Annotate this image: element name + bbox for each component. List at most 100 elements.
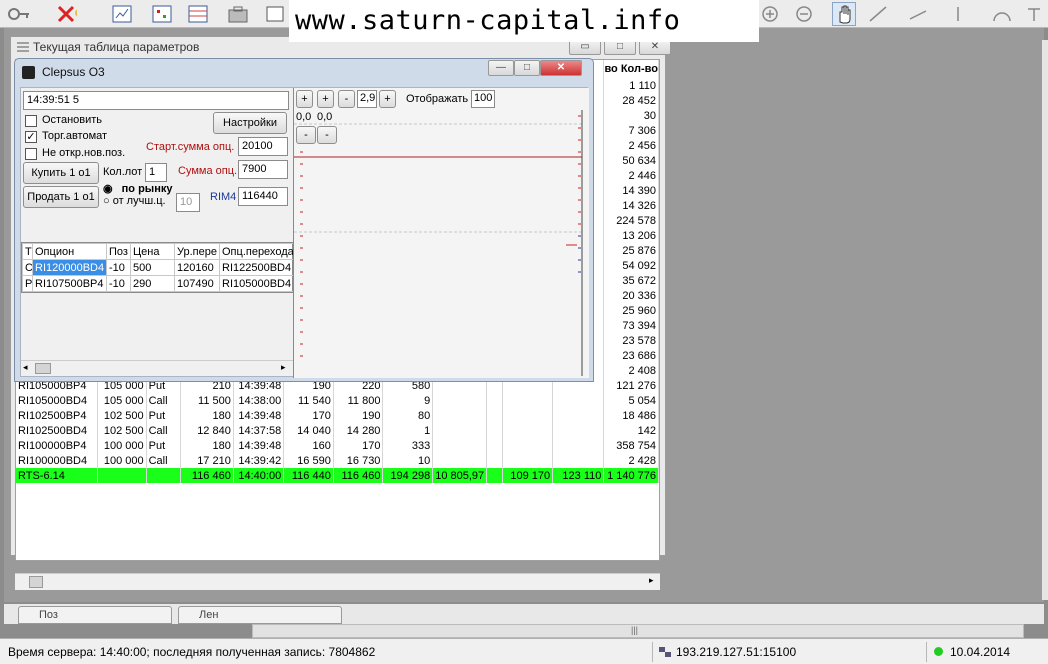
table-row[interactable]: RI105000BD4 105 000 Call 11 500 14:38:00 11 5… — [16, 393, 659, 408]
stop-checkbox[interactable] — [25, 115, 37, 127]
zoom-out-icon[interactable] — [792, 2, 816, 26]
payoff-chart[interactable]: + + - 2,9 + Отображать 100 0,0 0,0 - - — [293, 88, 589, 378]
minimize-button[interactable]: — — [488, 60, 514, 76]
table-cell: RI105000BD4 — [219, 275, 295, 292]
hline-tool-icon[interactable] — [906, 2, 930, 26]
col-header[interactable]: Поз — [106, 243, 131, 260]
col-header[interactable]: Цена — [130, 243, 175, 260]
scroll-right-icon[interactable]: ▸ — [281, 362, 286, 373]
line-tool-icon[interactable] — [866, 2, 890, 26]
close-button[interactable]: ✕ — [540, 60, 582, 76]
table-row[interactable]: RI100000BD4 100 000 Call 17 210 14:39:42 16 5… — [16, 453, 659, 468]
table-cell: 100 000 — [97, 438, 147, 453]
table-cell: 190 — [333, 408, 384, 423]
key-icon[interactable] — [6, 2, 30, 26]
table-row[interactable]: RI102500BP4 102 500 Put 180 14:39:48 170 190 80… — [16, 408, 659, 423]
table-cell: 11 540 — [283, 393, 334, 408]
best-radio[interactable]: ○ от лучш.ц. — [103, 195, 166, 207]
start-sum-label: Старт.сумма опц. — [146, 141, 235, 153]
time-field[interactable]: 14:39:51 5 — [23, 91, 289, 110]
table-cell: 14 280 — [333, 423, 384, 438]
no-new-checkbox[interactable] — [25, 148, 37, 160]
arc-tool-icon[interactable] — [990, 2, 1014, 26]
scroll-thumb[interactable] — [35, 363, 51, 374]
start-sum-field[interactable]: 20100 — [238, 137, 288, 156]
table-cell[interactable]: RI120000BD4 — [32, 259, 107, 276]
tab-feed[interactable]: Лен — [178, 606, 342, 624]
table-cell: 28 452 — [603, 93, 659, 108]
clepsus-window: Clepsus O3 — □ ✕ 14:39:51 5 Остановить ✓… — [14, 58, 594, 382]
table-cell — [432, 453, 488, 468]
table-row[interactable]: С RI120000BD4 -10 500 120160 RI122500BD4 — [22, 259, 295, 276]
table-cell: 14:38:00 — [233, 393, 285, 408]
orders-icon[interactable] — [264, 2, 288, 26]
table-row[interactable]: RI102500BD4 102 500 Call 12 840 14:37:58 14 0… — [16, 423, 659, 438]
table-cell: 10 805,97 — [432, 468, 488, 483]
col-header[interactable]: Ур.пере — [174, 243, 220, 260]
col-header[interactable]: Т — [22, 243, 33, 260]
table-cell: 14:39:48 — [233, 408, 285, 423]
table-cell: 14:39:48 — [233, 438, 285, 453]
stop-label: Остановить — [42, 114, 103, 126]
table-row[interactable]: RI100000BP4 100 000 Put 180 14:39:48 160 170 33… — [16, 438, 659, 453]
chart-icon[interactable] — [110, 2, 134, 26]
text-tool-icon[interactable] — [1022, 2, 1046, 26]
options-table: Т Опцион Поз Цена Ур.пере Опц.перехода С… — [22, 243, 295, 292]
col-header[interactable]: Опцион — [32, 243, 107, 260]
table-cell: 25 876 — [603, 243, 659, 258]
table-cell: RI102500BP4 — [16, 408, 98, 423]
table-cell: 35 672 — [603, 273, 659, 288]
table-cell: 16 590 — [283, 453, 334, 468]
market-radio[interactable]: ◉ по рынку — [103, 182, 172, 195]
watermark: www.saturn-capital.info — [289, 0, 759, 42]
auto-checkbox[interactable]: ✓ — [25, 131, 37, 143]
param-hscroll[interactable]: ▸ — [15, 573, 660, 590]
settings-button[interactable]: Настройки — [213, 112, 287, 134]
table-icon[interactable] — [186, 2, 210, 26]
table-cell: 12 840 — [180, 423, 234, 438]
table-cell[interactable]: RI107500BP4 — [32, 275, 107, 292]
scroll-grip[interactable]: ||| — [631, 625, 638, 635]
tab-label: Лен — [199, 609, 219, 621]
table-cell: Р — [22, 275, 33, 292]
best-label: от лучш.ц. — [112, 195, 166, 207]
table-cell — [552, 453, 605, 468]
disconnect-icon[interactable] — [54, 2, 78, 26]
portfolio-icon[interactable] — [226, 2, 250, 26]
fut-field[interactable]: 116440 — [238, 187, 288, 206]
table-cell: 142 — [603, 423, 659, 438]
table-cell: С — [22, 259, 33, 276]
futures-row[interactable]: RTS-6.14 116 460 14:40:00 116 440 116 460 194… — [16, 468, 659, 483]
table-cell: RI100000BD4 — [16, 453, 98, 468]
zoom-in-icon[interactable] — [758, 2, 782, 26]
table-cell: 13 206 — [603, 228, 659, 243]
table-row[interactable]: Р RI107500BP4 -10 290 107490 RI105000BD4 — [22, 275, 295, 292]
buy-button[interactable]: Купить 1 о1 — [23, 162, 99, 184]
maximize-button[interactable]: □ — [514, 60, 540, 76]
col-header[interactable]: Опц.перехода — [219, 243, 295, 260]
table-cell: 2 408 — [603, 363, 659, 378]
scroll-left-icon[interactable]: ◂ — [23, 362, 28, 373]
sell-button[interactable]: Продать 1 о1 — [23, 186, 99, 208]
lot-field[interactable]: 1 — [145, 163, 167, 182]
right-scrollbar[interactable] — [1042, 40, 1048, 600]
tab-positions[interactable]: Поз — [18, 606, 172, 624]
table-cell — [486, 393, 503, 408]
scroll-right-icon[interactable]: ▸ — [649, 575, 654, 586]
table-cell: 358 754 — [603, 438, 659, 453]
main-hscroll[interactable]: ||| — [252, 624, 1024, 638]
opt-sum-field[interactable]: 7900 — [238, 160, 288, 179]
best-field[interactable]: 10 — [176, 193, 200, 212]
options-hscroll[interactable]: ◂ ▸ — [21, 360, 293, 376]
table-cell: 120160 — [174, 259, 220, 276]
scroll-thumb[interactable] — [29, 576, 43, 588]
table-cell — [502, 393, 554, 408]
table-cell — [432, 423, 488, 438]
vline-tool-icon[interactable] — [946, 2, 970, 26]
table-cell: 18 486 — [603, 408, 659, 423]
hand-tool-icon[interactable] — [832, 2, 856, 26]
table-cell: 30 — [603, 108, 659, 123]
table-cell: Call — [146, 423, 182, 438]
quotes-icon[interactable] — [150, 2, 174, 26]
network-icon — [659, 647, 671, 657]
